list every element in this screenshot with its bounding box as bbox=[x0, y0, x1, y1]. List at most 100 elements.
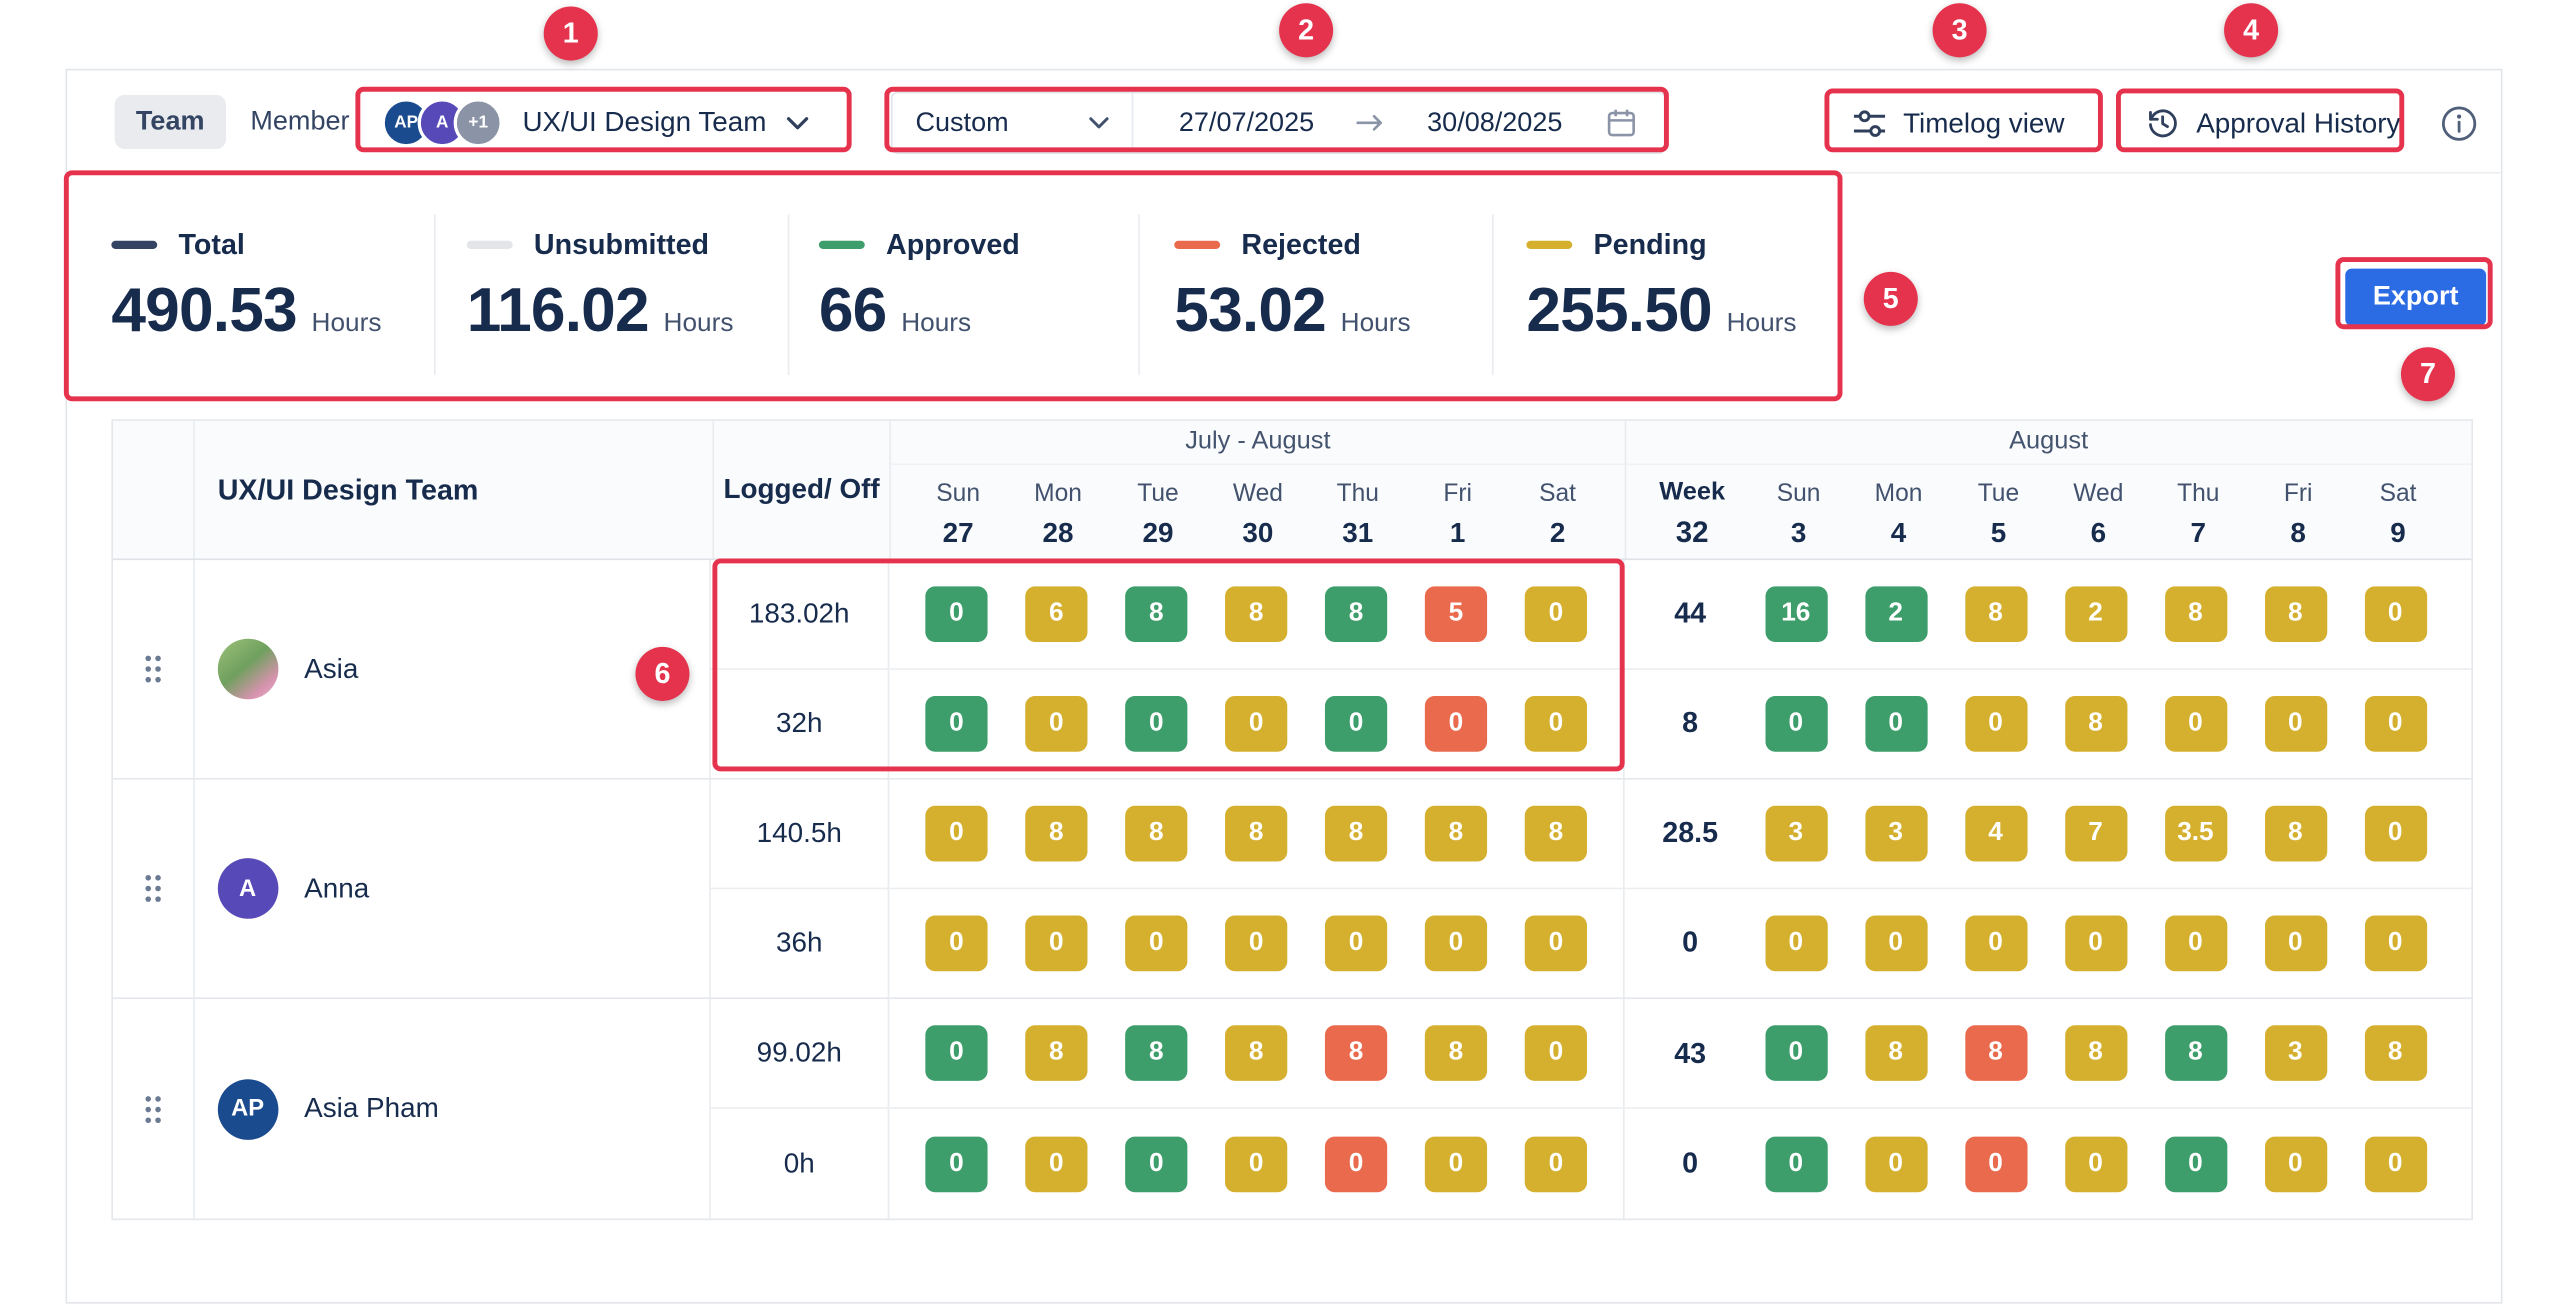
timelog-cell[interactable]: 0 bbox=[1025, 915, 1087, 971]
timelog-cell[interactable]: 8 bbox=[1225, 805, 1287, 861]
timelog-cell[interactable]: 0 bbox=[2264, 915, 2326, 971]
timelog-cell[interactable]: 0 bbox=[1325, 696, 1387, 752]
timelog-cell[interactable]: 0 bbox=[1765, 1136, 1827, 1192]
timelog-cell[interactable]: 8 bbox=[2164, 586, 2226, 642]
timelog-cell[interactable]: 8 bbox=[2064, 696, 2126, 752]
timelog-cell[interactable]: 3 bbox=[1865, 805, 1927, 861]
timelog-cell[interactable]: 0 bbox=[925, 586, 987, 642]
day-number: 7 bbox=[2190, 508, 2206, 559]
timelog-cell[interactable]: 0 bbox=[1765, 915, 1827, 971]
timelog-cell[interactable]: 0 bbox=[2064, 915, 2126, 971]
team-selector-dropdown[interactable]: AP A +1 UX/UI Design Team bbox=[368, 92, 822, 154]
timelog-cell[interactable]: 0 bbox=[1425, 696, 1487, 752]
timelog-cell[interactable]: 8 bbox=[1025, 1025, 1087, 1081]
timelog-cell[interactable]: 0 bbox=[1325, 915, 1387, 971]
timelog-cell[interactable]: 0 bbox=[1125, 915, 1187, 971]
timelog-cell[interactable]: 8 bbox=[1225, 586, 1287, 642]
timelog-cell[interactable]: 0 bbox=[1765, 1025, 1827, 1081]
timelog-cell[interactable]: 0 bbox=[1964, 696, 2026, 752]
timelog-cell[interactable]: 0 bbox=[1964, 915, 2026, 971]
timelog-cell[interactable]: 0 bbox=[1125, 696, 1187, 752]
timelog-cell[interactable]: 0 bbox=[1525, 1025, 1587, 1081]
timelog-cell[interactable]: 0 bbox=[1525, 1136, 1587, 1192]
approval-history-button[interactable]: Approval History bbox=[2132, 93, 2413, 154]
timelog-cell[interactable]: 0 bbox=[1865, 696, 1927, 752]
drag-handle[interactable] bbox=[113, 780, 194, 998]
timelog-cell[interactable]: 3.5 bbox=[2164, 805, 2226, 861]
timelog-cell[interactable]: 0 bbox=[2264, 1136, 2326, 1192]
timelog-cell[interactable]: 8 bbox=[2064, 1025, 2126, 1081]
timelog-cell[interactable]: 2 bbox=[1865, 586, 1927, 642]
timelog-cell[interactable]: 0 bbox=[2364, 915, 2426, 971]
timelog-cell[interactable]: 0 bbox=[2164, 696, 2226, 752]
timelog-cell[interactable]: 8 bbox=[1964, 586, 2026, 642]
timelog-cell[interactable]: 0 bbox=[1865, 915, 1927, 971]
date-to-field[interactable]: 30/08/2025 bbox=[1427, 107, 1562, 138]
timelog-cell[interactable]: 0 bbox=[1525, 586, 1587, 642]
timelog-cell[interactable]: 0 bbox=[1025, 696, 1087, 752]
timelog-cell[interactable]: 8 bbox=[2164, 1025, 2226, 1081]
timelog-cell[interactable]: 0 bbox=[1325, 1136, 1387, 1192]
timelog-cell[interactable]: 0 bbox=[1225, 915, 1287, 971]
timelog-cell[interactable]: 0 bbox=[2164, 1136, 2226, 1192]
timelog-cell[interactable]: 0 bbox=[1865, 1136, 1927, 1192]
timelog-cell[interactable]: 8 bbox=[2264, 805, 2326, 861]
timelog-cell[interactable]: 0 bbox=[1225, 1136, 1287, 1192]
timelog-cell[interactable]: 0 bbox=[1525, 915, 1587, 971]
timelog-cell[interactable]: 0 bbox=[925, 805, 987, 861]
timelog-cell[interactable]: 0 bbox=[1425, 915, 1487, 971]
timelog-cell[interactable]: 0 bbox=[2364, 586, 2426, 642]
timelog-cell[interactable]: 0 bbox=[1765, 696, 1827, 752]
timelog-cell[interactable]: 2 bbox=[2064, 586, 2126, 642]
timelog-cell[interactable]: 0 bbox=[1125, 1136, 1187, 1192]
timelog-cell[interactable]: 8 bbox=[2364, 1025, 2426, 1081]
drag-handle[interactable] bbox=[113, 999, 194, 1218]
tab-team[interactable]: Team bbox=[115, 95, 226, 149]
timelog-cell[interactable]: 0 bbox=[925, 915, 987, 971]
calendar-icon[interactable] bbox=[1605, 106, 1638, 139]
timelog-cell[interactable]: 7 bbox=[2064, 805, 2126, 861]
timelog-cell[interactable]: 3 bbox=[1765, 805, 1827, 861]
tab-member[interactable]: Member bbox=[229, 95, 371, 149]
timelog-cell[interactable]: 0 bbox=[2164, 915, 2226, 971]
timelog-cell[interactable]: 0 bbox=[1964, 1136, 2026, 1192]
timelog-cell[interactable]: 8 bbox=[1125, 586, 1187, 642]
timelog-cell[interactable]: 5 bbox=[1425, 586, 1487, 642]
timelog-cell[interactable]: 0 bbox=[2064, 1136, 2126, 1192]
timelog-cell[interactable]: 8 bbox=[1525, 805, 1587, 861]
timelog-cell[interactable]: 0 bbox=[1425, 1136, 1487, 1192]
timelog-cell[interactable]: 6 bbox=[1025, 586, 1087, 642]
timelog-cell[interactable]: 0 bbox=[2364, 805, 2426, 861]
timelog-cell[interactable]: 8 bbox=[1425, 805, 1487, 861]
timelog-cell[interactable]: 4 bbox=[1964, 805, 2026, 861]
timelog-cell[interactable]: 3 bbox=[2264, 1025, 2326, 1081]
timelog-cell[interactable]: 8 bbox=[1325, 1025, 1387, 1081]
info-icon[interactable] bbox=[2440, 105, 2478, 143]
timelog-cell[interactable]: 0 bbox=[2364, 696, 2426, 752]
timelog-cell[interactable]: 0 bbox=[1525, 696, 1587, 752]
timelog-cell[interactable]: 8 bbox=[1125, 805, 1187, 861]
timelog-cell[interactable]: 8 bbox=[1865, 1025, 1927, 1081]
timelog-cell[interactable]: 0 bbox=[925, 696, 987, 752]
range-preset-select[interactable]: Custom bbox=[893, 93, 1133, 152]
date-from-field[interactable]: 27/07/2025 bbox=[1179, 107, 1314, 138]
export-button[interactable]: Export bbox=[2345, 269, 2486, 326]
timelog-cell[interactable]: 8 bbox=[1325, 805, 1387, 861]
timelog-cell[interactable]: 0 bbox=[1025, 1136, 1087, 1192]
timelog-cell[interactable]: 0 bbox=[925, 1136, 987, 1192]
timelog-cell[interactable]: 8 bbox=[1964, 1025, 2026, 1081]
timelog-cell[interactable]: 16 bbox=[1765, 586, 1827, 642]
timelog-view-button[interactable]: Timelog view bbox=[1839, 93, 2077, 154]
timelog-cell[interactable]: 8 bbox=[1425, 1025, 1487, 1081]
timelog-cell[interactable]: 8 bbox=[1125, 1025, 1187, 1081]
timelog-cell[interactable]: 8 bbox=[1225, 1025, 1287, 1081]
timelog-cell[interactable]: 8 bbox=[1325, 586, 1387, 642]
timelog-cell[interactable]: 0 bbox=[2364, 1136, 2426, 1192]
timelog-cell[interactable]: 0 bbox=[1225, 696, 1287, 752]
day-name: Thu bbox=[2177, 465, 2219, 508]
timelog-cell[interactable]: 0 bbox=[2264, 696, 2326, 752]
drag-handle[interactable] bbox=[113, 560, 194, 778]
timelog-cell[interactable]: 0 bbox=[925, 1025, 987, 1081]
timelog-cell[interactable]: 8 bbox=[1025, 805, 1087, 861]
timelog-cell[interactable]: 8 bbox=[2264, 586, 2326, 642]
